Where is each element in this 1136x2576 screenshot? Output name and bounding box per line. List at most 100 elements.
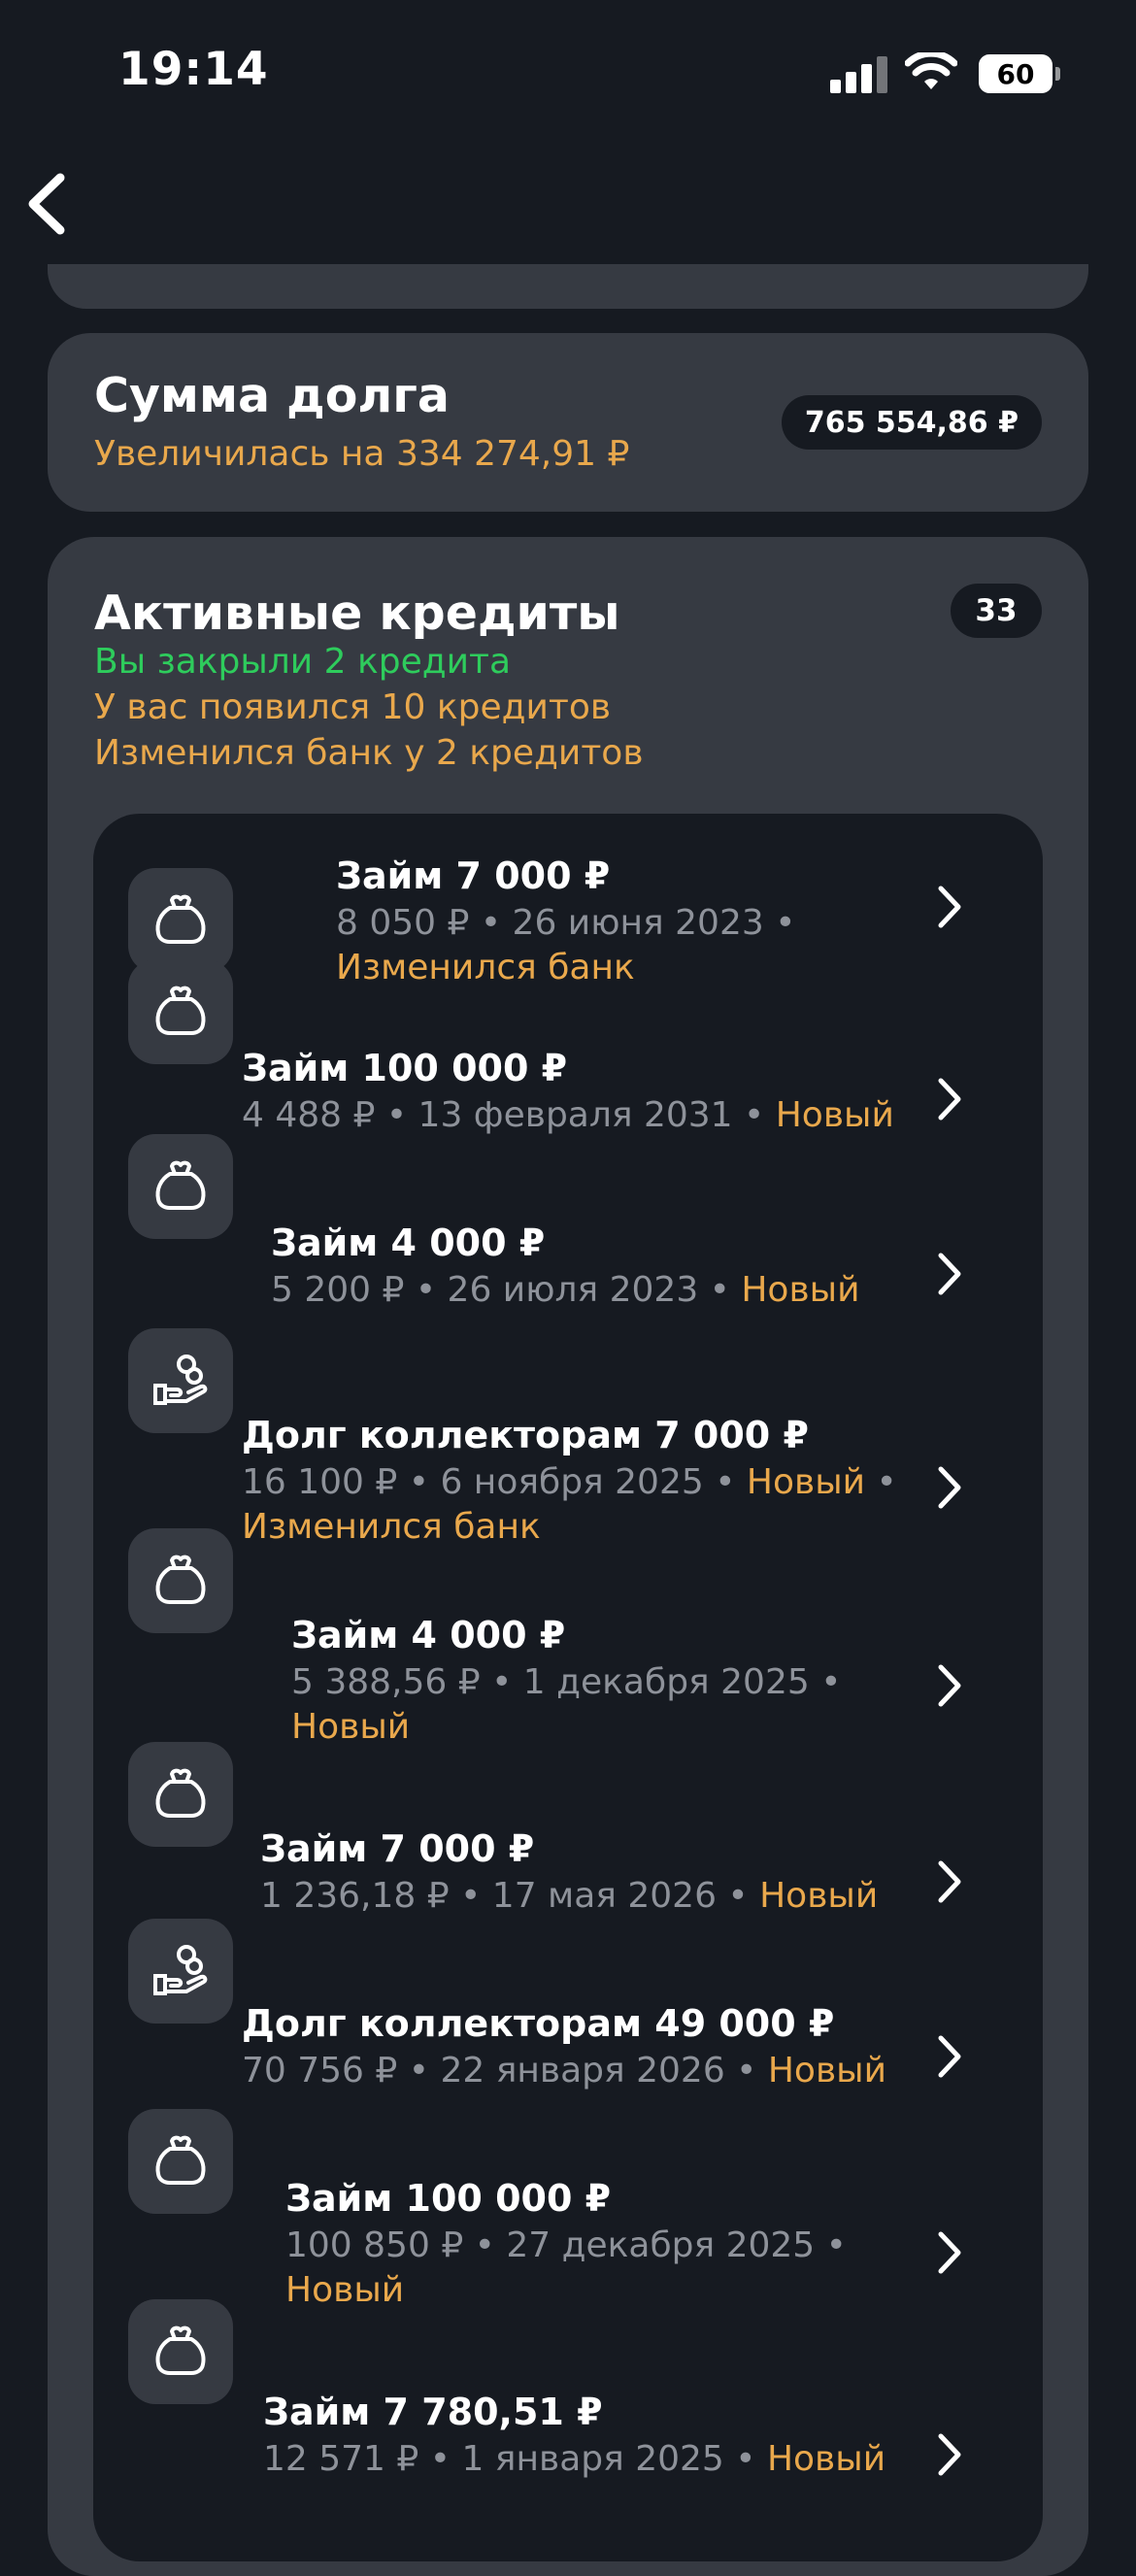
wifi-icon bbox=[905, 52, 957, 89]
loan-status-tag: Изменился банк bbox=[242, 1507, 541, 1547]
separator: • bbox=[698, 1270, 742, 1310]
separator: • bbox=[375, 1095, 418, 1135]
loan-amount: 4 488 ₽ bbox=[242, 1095, 376, 1135]
loan-date: 26 июня 2023 bbox=[512, 903, 764, 943]
loan-meta: 12 571 ₽ • 1 января 2025 • Новый bbox=[263, 2437, 967, 2482]
separator: • bbox=[404, 1270, 448, 1310]
wallet-icon bbox=[128, 1528, 233, 1633]
loan-amount: 16 100 ₽ bbox=[242, 1462, 398, 1502]
loan-status-tag: Новый bbox=[285, 2270, 405, 2310]
loan-text: Долг коллекторам 49 000 ₽70 756 ₽ • 22 я… bbox=[242, 1998, 967, 2093]
chevron-right-icon[interactable] bbox=[930, 2027, 969, 2086]
loan-amount: 5 200 ₽ bbox=[271, 1270, 405, 1310]
battery-icon: 60 bbox=[979, 54, 1052, 93]
separator: • bbox=[723, 2439, 767, 2479]
loan-amount: 12 571 ₽ bbox=[263, 2439, 419, 2479]
loan-meta: 4 488 ₽ • 13 февраля 2031 • Новый bbox=[242, 1093, 967, 1138]
separator: • bbox=[480, 1662, 523, 1702]
loan-date: 6 ноября 2025 bbox=[440, 1462, 704, 1502]
wallet-icon bbox=[128, 868, 233, 973]
separator: • bbox=[463, 2225, 507, 2265]
loan-text: Займ 7 000 ₽1 236,18 ₽ • 17 мая 2026 • Н… bbox=[260, 1823, 967, 1919]
separator: • bbox=[865, 1462, 897, 1502]
separator: • bbox=[449, 1876, 492, 1916]
chevron-right-icon[interactable] bbox=[930, 1070, 969, 1128]
wallet-icon bbox=[128, 959, 233, 1064]
loan-text: Займ 4 000 ₽5 388,56 ₽ • 1 декабря 2025 … bbox=[291, 1610, 967, 1750]
loan-name: Займ 7 000 ₽ bbox=[336, 854, 611, 897]
nav-bar bbox=[0, 0, 1136, 264]
separator: • bbox=[732, 1095, 776, 1135]
loan-status-tag: Новый bbox=[746, 1462, 866, 1502]
loan-amount: 1 236,18 ₽ bbox=[260, 1876, 450, 1916]
loan-text: Займ 100 000 ₽100 850 ₽ • 27 декабря 202… bbox=[285, 2173, 967, 2313]
loan-name: Займ 7 780,51 ₽ bbox=[263, 2391, 603, 2433]
chevron-right-icon[interactable] bbox=[930, 2425, 969, 2484]
wallet-icon bbox=[128, 2109, 233, 2214]
loan-name: Займ 100 000 ₽ bbox=[285, 2177, 612, 2220]
note-closed: Вы закрыли 2 кредита bbox=[94, 642, 512, 682]
debt-title: Сумма долга bbox=[94, 368, 450, 423]
loan-status-tag: Новый bbox=[741, 1270, 860, 1310]
loan-name: Долг коллекторам 49 000 ₽ bbox=[242, 2002, 835, 2045]
loan-text: Займ 4 000 ₽5 200 ₽ • 26 июля 2023 • Нов… bbox=[271, 1218, 967, 1313]
loan-status-tag: Новый bbox=[767, 2051, 886, 2091]
loan-meta: 70 756 ₽ • 22 января 2026 • Новый bbox=[242, 2049, 967, 2093]
loan-name: Займ 7 000 ₽ bbox=[260, 1827, 535, 1870]
active-credits-count: 33 bbox=[951, 584, 1042, 638]
separator: • bbox=[716, 1876, 760, 1916]
wallet-icon bbox=[128, 1742, 233, 1847]
loan-meta: 5 200 ₽ • 26 июля 2023 • Новый bbox=[271, 1268, 967, 1313]
cellular-signal-icon bbox=[830, 56, 887, 93]
chevron-right-icon[interactable] bbox=[930, 1458, 969, 1517]
loan-text: Долг коллекторам 7 000 ₽16 100 ₽ • 6 ноя… bbox=[242, 1410, 967, 1550]
loan-amount: 100 850 ₽ bbox=[285, 2225, 464, 2265]
hand-coins-icon bbox=[128, 1919, 233, 2024]
debt-change: Увеличилась на 334 274,91 ₽ bbox=[94, 434, 630, 474]
separator: • bbox=[703, 1462, 747, 1502]
battery-level: 60 bbox=[996, 57, 1035, 90]
loan-amount: 70 756 ₽ bbox=[242, 2051, 398, 2091]
loan-meta: 5 388,56 ₽ • 1 декабря 2025 • Новый bbox=[291, 1660, 967, 1750]
separator: • bbox=[809, 1662, 842, 1702]
status-time-overlay: 19:14 bbox=[118, 43, 269, 96]
loan-date: 1 января 2025 bbox=[461, 2439, 724, 2479]
loan-status-tag: Новый bbox=[759, 1876, 879, 1916]
chevron-right-icon[interactable] bbox=[930, 878, 969, 936]
chevron-right-icon[interactable] bbox=[930, 1656, 969, 1715]
loan-meta: 100 850 ₽ • 27 декабря 2025 • Новый bbox=[285, 2224, 967, 2313]
note-new: У вас появился 10 кредитов bbox=[94, 687, 612, 727]
separator: • bbox=[724, 2051, 768, 2091]
debt-summary-card[interactable]: Сумма долга Увеличилась на 334 274,91 ₽ … bbox=[48, 333, 1088, 512]
separator: • bbox=[418, 2439, 462, 2479]
note-bank-changed: Изменился банк у 2 кредитов bbox=[94, 733, 644, 773]
loan-text: Займ 7 000 ₽8 050 ₽ • 26 июня 2023 • Изм… bbox=[336, 851, 967, 990]
chevron-right-icon[interactable] bbox=[930, 1245, 969, 1303]
wallet-icon bbox=[128, 2299, 233, 2404]
loan-status-tag: Изменился банк bbox=[336, 948, 635, 987]
loan-name: Займ 4 000 ₽ bbox=[271, 1221, 546, 1264]
loan-text: Займ 100 000 ₽4 488 ₽ • 13 февраля 2031 … bbox=[242, 1043, 967, 1138]
loan-date: 26 июля 2023 bbox=[447, 1270, 699, 1310]
debt-amount-badge: 765 554,86 ₽ bbox=[781, 395, 1042, 450]
separator: • bbox=[469, 903, 513, 943]
separator: • bbox=[397, 2051, 441, 2091]
loan-amount: 8 050 ₽ bbox=[336, 903, 470, 943]
chevron-right-icon[interactable] bbox=[930, 1853, 969, 1911]
loan-status-tag: Новый bbox=[291, 1707, 411, 1747]
loan-meta: 8 050 ₽ • 26 июня 2023 • Изменился банк bbox=[336, 901, 967, 990]
loan-name: Займ 100 000 ₽ bbox=[242, 1047, 568, 1089]
wallet-icon bbox=[128, 1134, 233, 1239]
loan-date: 27 декабря 2025 bbox=[506, 2225, 816, 2265]
separator: • bbox=[763, 903, 796, 943]
separator: • bbox=[397, 1462, 441, 1502]
chevron-right-icon[interactable] bbox=[930, 2224, 969, 2282]
loan-meta: 16 100 ₽ • 6 ноября 2025 • Новый • Измен… bbox=[242, 1460, 967, 1550]
loan-date: 13 февраля 2031 bbox=[418, 1095, 733, 1135]
loan-status-tag: Новый bbox=[775, 1095, 894, 1135]
loan-name: Долг коллекторам 7 000 ₽ bbox=[242, 1414, 809, 1456]
back-chevron-icon[interactable] bbox=[19, 170, 97, 238]
separator: • bbox=[815, 2225, 847, 2265]
loan-text: Займ 7 780,51 ₽12 571 ₽ • 1 января 2025 … bbox=[263, 2387, 967, 2482]
loan-amount: 5 388,56 ₽ bbox=[291, 1662, 481, 1702]
